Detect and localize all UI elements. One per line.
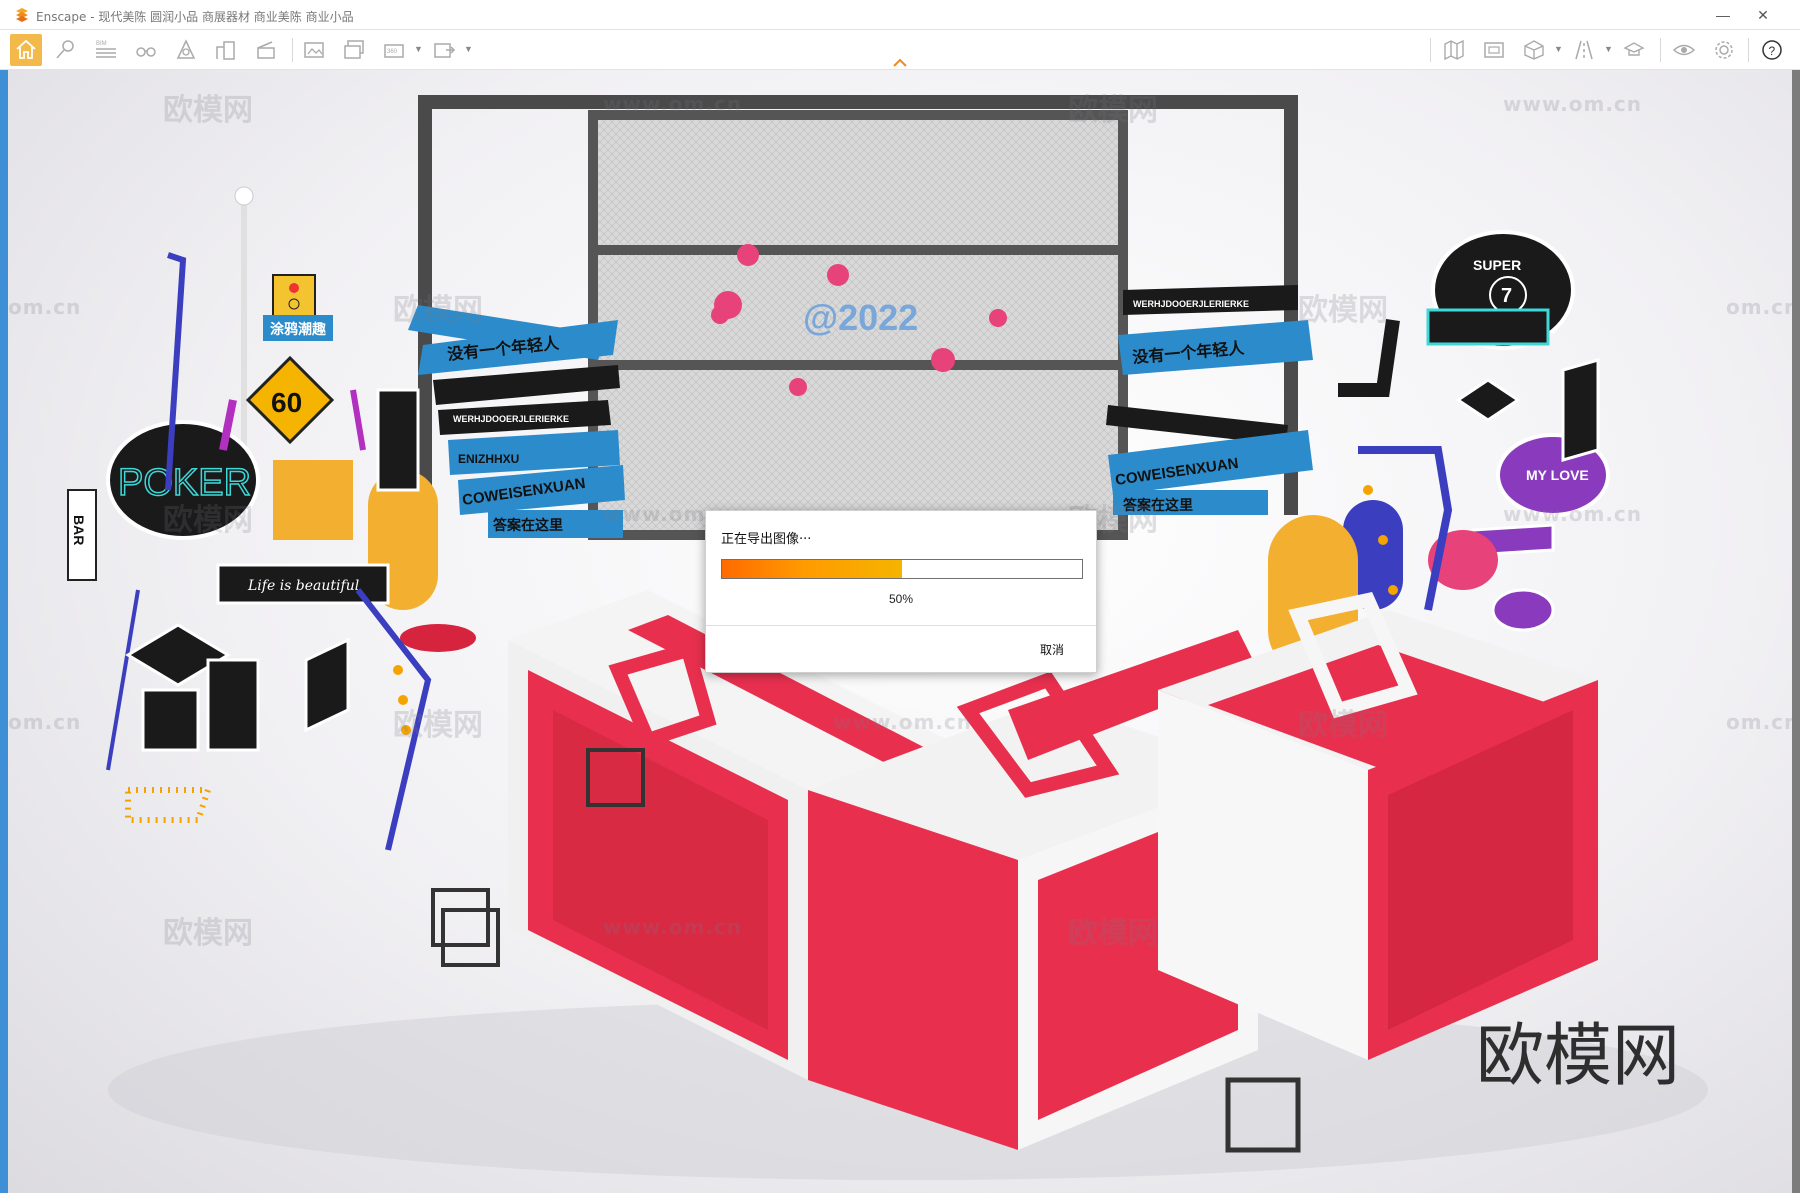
title-bar: Enscape - 现代美陈 圆润小品 商展器材 商业美陈 商业小品 — ✕ bbox=[0, 0, 1800, 30]
chevron-down-icon[interactable]: ▼ bbox=[1604, 44, 1613, 54]
watermark-large: 欧模网 bbox=[1476, 1017, 1681, 1096]
svg-text:360: 360 bbox=[387, 49, 398, 55]
svg-text:?: ? bbox=[1769, 44, 1776, 58]
toolbar-separator bbox=[292, 38, 293, 62]
road-button[interactable] bbox=[1568, 34, 1600, 66]
watermark: 欧模网 bbox=[163, 93, 253, 128]
watermark: 欧模网 bbox=[163, 916, 253, 951]
map-button[interactable] bbox=[1438, 34, 1470, 66]
screenshot-icon bbox=[304, 42, 324, 58]
year-neon-text: @2022 bbox=[803, 297, 918, 338]
clapper-icon bbox=[257, 41, 275, 59]
svg-text:BIM: BIM bbox=[96, 41, 107, 47]
export-progress-dialog: 正在导出图像··· 50% 取消 bbox=[705, 510, 1097, 673]
frame-icon bbox=[1484, 42, 1504, 58]
home-icon bbox=[16, 39, 36, 59]
help-button[interactable]: ? bbox=[1756, 34, 1788, 66]
bim-button[interactable]: BIM bbox=[90, 34, 122, 66]
batch-render-button[interactable] bbox=[338, 34, 370, 66]
chevron-down-icon[interactable]: ▼ bbox=[1554, 44, 1563, 54]
cone-button[interactable] bbox=[170, 34, 202, 66]
watermark: om.cn bbox=[8, 710, 82, 734]
super-sign-number: 7 bbox=[1501, 285, 1512, 307]
watermark: 欧模网 bbox=[393, 293, 483, 328]
mylove-sign-text: MY LOVE bbox=[1526, 467, 1589, 483]
watermark: www.om.cn bbox=[603, 915, 743, 939]
frame-button[interactable] bbox=[1478, 34, 1510, 66]
binoculars-button[interactable] bbox=[130, 34, 162, 66]
toolbar-separator bbox=[1430, 38, 1431, 62]
chevron-down-icon[interactable]: ▼ bbox=[414, 44, 423, 54]
exe-export-icon bbox=[434, 43, 456, 58]
background-window-edge bbox=[0, 70, 8, 1193]
gear-icon bbox=[1715, 41, 1733, 59]
super-sign-text: SUPER bbox=[1473, 257, 1521, 273]
exe-export-button[interactable] bbox=[428, 34, 460, 66]
progress-bar-fill bbox=[722, 560, 902, 578]
sign-text: 答案在这里 bbox=[493, 517, 563, 534]
watermark: om.cn bbox=[1726, 710, 1792, 734]
bim-icon: BIM bbox=[96, 41, 116, 58]
watermark: www.om.cn bbox=[603, 92, 743, 116]
home-button[interactable] bbox=[10, 34, 42, 66]
watermark: 欧模网 bbox=[163, 503, 253, 538]
map-icon bbox=[1444, 39, 1464, 61]
sign-graffiti-text: 涂鸦潮趣 bbox=[270, 321, 327, 338]
eye-icon bbox=[1672, 44, 1696, 56]
window-title: Enscape - 现代美陈 圆润小品 商展器材 商业美陈 商业小品 bbox=[36, 10, 354, 24]
views-button[interactable] bbox=[50, 34, 82, 66]
cone-icon bbox=[176, 39, 196, 59]
video-editor-button[interactable] bbox=[250, 34, 282, 66]
progress-percent-label: 50% bbox=[888, 592, 914, 606]
help-icon: ? bbox=[1762, 40, 1782, 60]
panorama-button[interactable]: 360 bbox=[378, 34, 410, 66]
watermark: 欧模网 bbox=[393, 708, 483, 743]
sign-text: WERHJDOOERJLERIERKE bbox=[1133, 299, 1249, 309]
binoculars-icon bbox=[136, 47, 156, 57]
background-window-edge bbox=[1792, 70, 1800, 1193]
speed-limit-text: 60 bbox=[271, 387, 302, 418]
cube-icon bbox=[1524, 40, 1544, 60]
watermark: www.om.cn bbox=[1503, 502, 1643, 526]
enscape-logo-icon bbox=[16, 8, 28, 22]
bar-sign-text: BAR bbox=[71, 515, 87, 545]
dialog-title: 正在导出图像··· bbox=[721, 532, 812, 547]
watermark: www.om.cn bbox=[833, 710, 973, 734]
toolbar-separator bbox=[1748, 38, 1749, 62]
hat-button[interactable] bbox=[1618, 34, 1650, 66]
maximize-button[interactable] bbox=[1706, 4, 1744, 26]
cancel-button[interactable]: 取消 bbox=[1040, 641, 1064, 658]
watermark: 欧模网 bbox=[1298, 293, 1388, 328]
buildings-icon bbox=[216, 41, 235, 60]
chevron-down-icon[interactable]: ▼ bbox=[464, 44, 473, 54]
assets-button[interactable] bbox=[210, 34, 242, 66]
visual-settings-button[interactable] bbox=[1668, 34, 1700, 66]
panorama-icon: 360 bbox=[384, 44, 404, 58]
watermark: om.cn bbox=[8, 295, 82, 319]
batch-render-icon bbox=[344, 40, 364, 59]
watermark: 欧模网 bbox=[1068, 93, 1158, 128]
watermark: om.cn bbox=[1726, 295, 1792, 319]
watermark: 欧模网 bbox=[1298, 708, 1388, 743]
toolbar-separator bbox=[1660, 38, 1661, 62]
pin-icon bbox=[56, 40, 74, 59]
sign-text: ENIZHHXU bbox=[458, 452, 519, 466]
watermark: www.om.cn bbox=[1503, 92, 1643, 116]
gift-box-right bbox=[1158, 591, 1598, 1060]
cube-button[interactable] bbox=[1518, 34, 1550, 66]
dialog-divider bbox=[706, 625, 1096, 626]
screenshot-button[interactable] bbox=[298, 34, 330, 66]
close-button[interactable]: ✕ bbox=[1744, 4, 1782, 26]
progress-bar bbox=[721, 559, 1083, 579]
watermark: 欧模网 bbox=[1068, 916, 1158, 951]
settings-button[interactable] bbox=[1708, 34, 1740, 66]
road-icon bbox=[1575, 40, 1593, 60]
life-sign-text: Life is beautiful bbox=[247, 578, 359, 594]
sign-text: WERHJDOOERJLERIERKE bbox=[453, 414, 569, 424]
collapse-toolbar-chevron-icon[interactable] bbox=[892, 58, 908, 68]
hat-icon bbox=[1623, 42, 1645, 56]
right-sign-stack: WERHJDOOERJLERIERKE 没有一个年轻人 COWEISENXUAN… bbox=[1106, 285, 1313, 515]
